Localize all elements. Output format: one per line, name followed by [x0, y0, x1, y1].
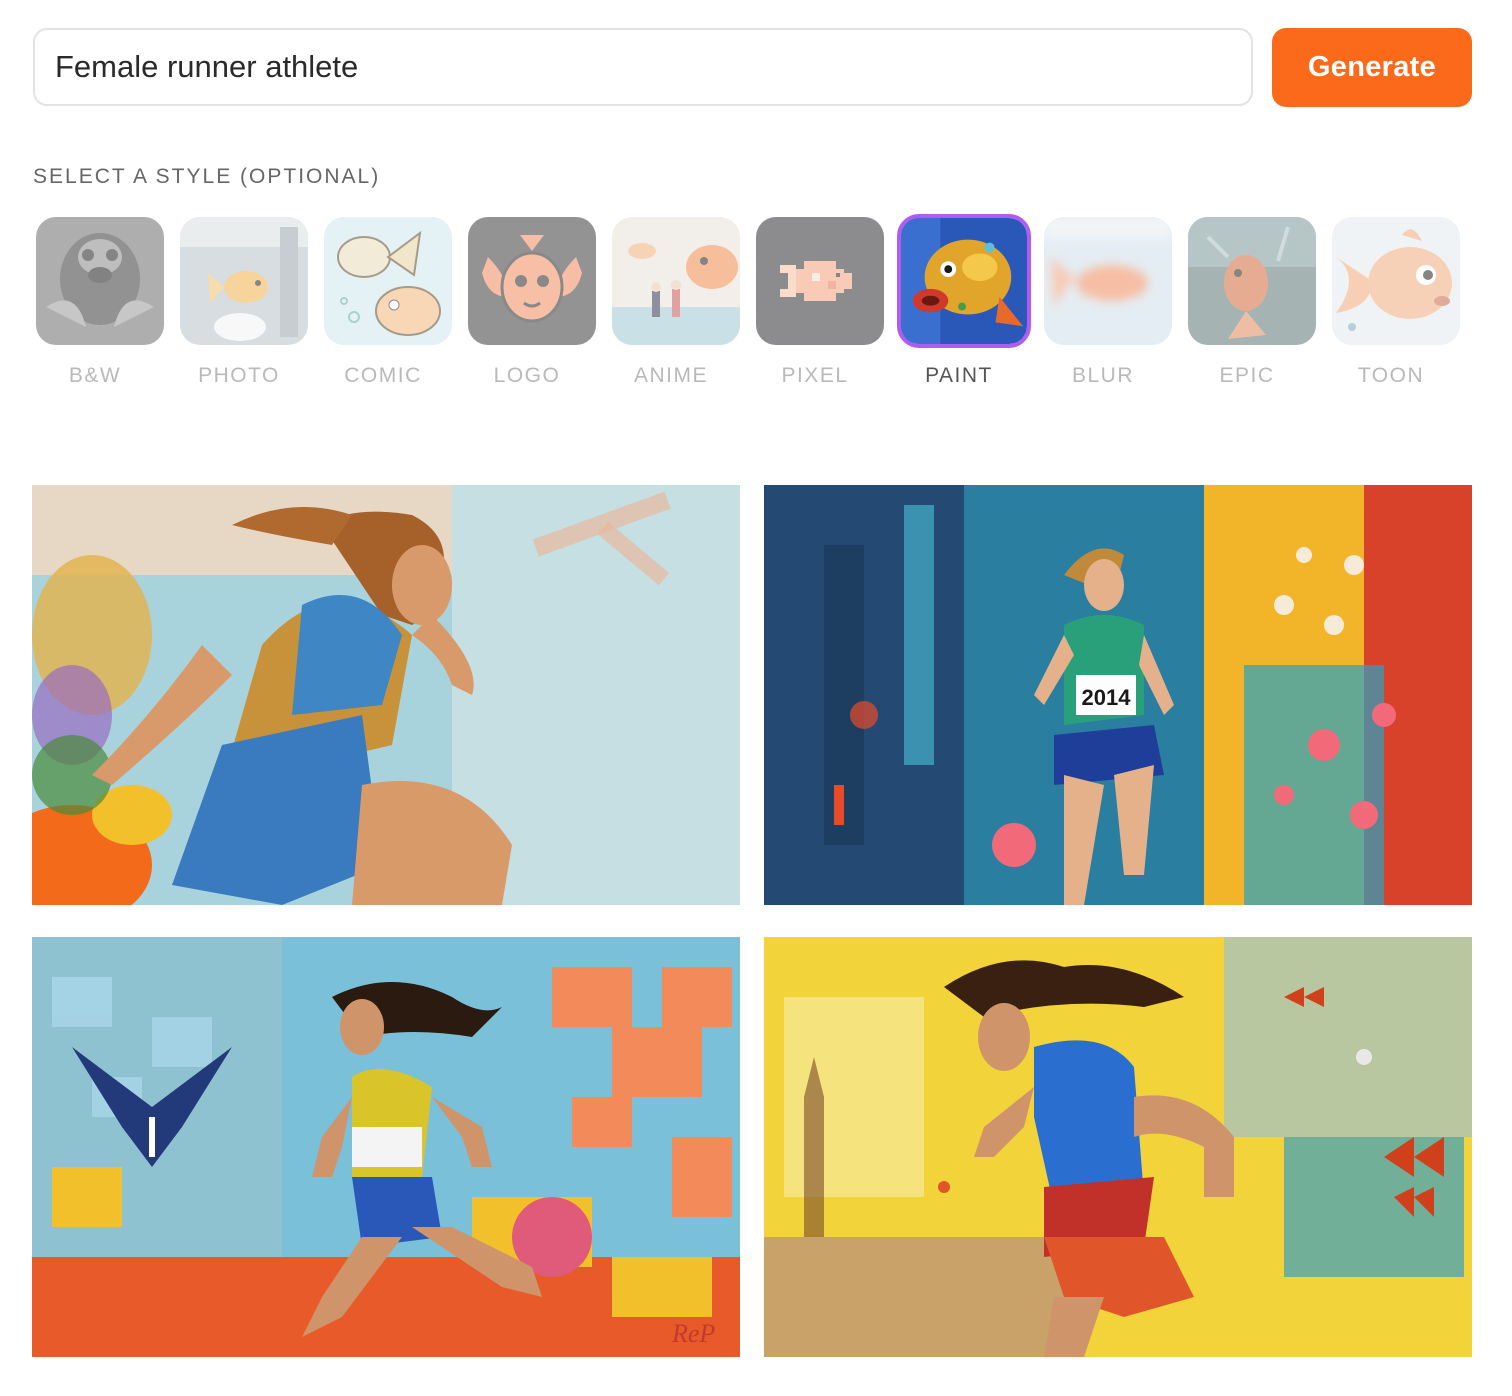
style-option-paint[interactable]: PAINT: [897, 214, 1031, 394]
style-option-comic[interactable]: COMIC: [321, 214, 455, 394]
style-option-photo[interactable]: PHOTO: [177, 214, 311, 394]
style-label: PAINT: [925, 364, 993, 387]
fish-logo-thumbnail: [468, 217, 596, 345]
result-image-2[interactable]: 2014: [764, 485, 1472, 905]
prompt-row: Generate: [33, 28, 1473, 108]
fish-paint-thumbnail: [897, 214, 1031, 348]
style-option-logo[interactable]: LOGO: [465, 214, 599, 394]
style-picker: B&W PHOTO COMIC LOGO ANIME PIXEL PAINT B…: [33, 214, 1473, 394]
style-option-bw[interactable]: B&W: [33, 214, 167, 394]
fish-blur-thumbnail: [1044, 217, 1172, 345]
style-label: LOGO: [493, 364, 561, 387]
style-label: ANIME: [633, 364, 708, 387]
race-bib-number: 2014: [1082, 685, 1132, 710]
result-image-3[interactable]: ReP: [32, 937, 740, 1357]
style-option-blur[interactable]: BLUR: [1041, 214, 1175, 394]
style-option-epic[interactable]: EPIC: [1185, 214, 1319, 394]
style-option-pixel[interactable]: PIXEL: [753, 214, 887, 394]
style-option-anime[interactable]: ANIME: [609, 214, 743, 394]
style-option-toon[interactable]: TOON: [1329, 214, 1463, 394]
style-heading: SELECT A STYLE (OPTIONAL): [33, 165, 381, 188]
fish-pixel-thumbnail: [756, 217, 884, 345]
fish-epic-thumbnail: [1188, 217, 1316, 345]
style-label: PHOTO: [198, 364, 280, 387]
style-label: B&W: [68, 364, 122, 387]
fish-photo-thumbnail: [180, 217, 308, 345]
result-image-4[interactable]: [764, 937, 1472, 1357]
fish-bw-thumbnail: [36, 217, 164, 345]
svg-text:ReP: ReP: [671, 1319, 715, 1348]
result-image-1[interactable]: [32, 485, 740, 905]
generate-button[interactable]: Generate: [1272, 28, 1472, 107]
fish-comic-thumbnail: [324, 217, 452, 345]
style-label: PIXEL: [781, 364, 849, 387]
prompt-input[interactable]: [33, 28, 1253, 106]
fish-anime-thumbnail: [612, 217, 740, 345]
style-label: TOON: [1357, 364, 1425, 387]
fish-toon-thumbnail: [1332, 217, 1460, 345]
style-label: EPIC: [1219, 364, 1275, 387]
style-label: BLUR: [1071, 364, 1135, 387]
style-label: COMIC: [344, 364, 422, 387]
